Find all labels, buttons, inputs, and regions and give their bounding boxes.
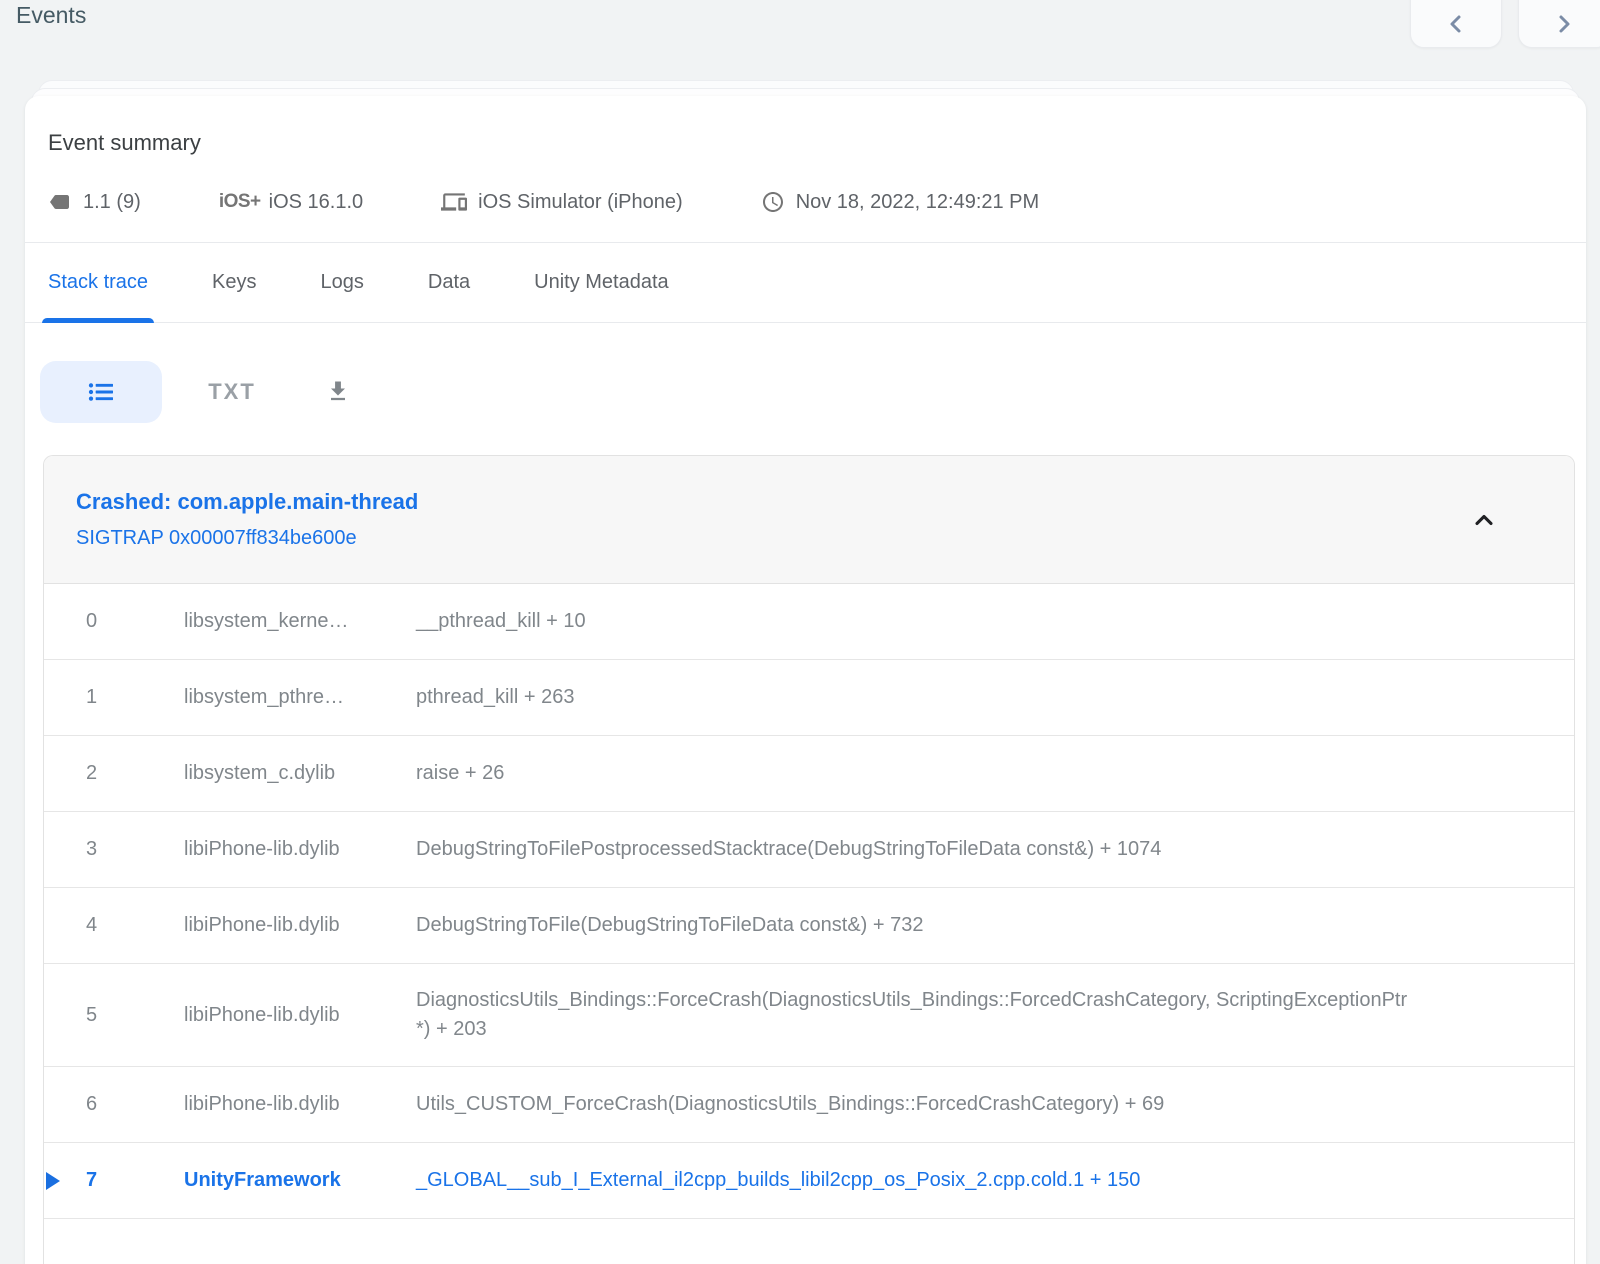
frame-symbol: Utils_CUSTOM_ForceCrash(DiagnosticsUtils… xyxy=(416,1068,1574,1141)
detail-tabs: Stack trace Keys Logs Data Unity Metadat… xyxy=(25,243,1586,323)
frame-index: 5 xyxy=(44,1004,184,1027)
timestamp-value: Nov 18, 2022, 12:49:21 PM xyxy=(796,191,1040,214)
table-row[interactable]: 0 libsystem_kerne… __pthread_kill + 10 xyxy=(44,584,1574,660)
frame-index: 6 xyxy=(44,1093,184,1116)
frame-index: 0 xyxy=(44,610,184,633)
list-view-button[interactable] xyxy=(40,361,162,423)
frame-library: libiPhone-lib.dylib xyxy=(184,1004,416,1027)
version-meta: 1.1 (9) xyxy=(48,190,141,214)
frame-symbol: DebugStringToFile(DebugStringToFileData … xyxy=(416,889,1574,962)
frame-library: libiPhone-lib.dylib xyxy=(184,1093,416,1116)
frame-library: libiPhone-lib.dylib xyxy=(184,914,416,937)
chevron-left-icon xyxy=(1444,12,1468,36)
tab-stack-trace[interactable]: Stack trace xyxy=(42,243,154,322)
download-icon xyxy=(324,378,352,406)
table-row[interactable]: 6 libiPhone-lib.dylib Utils_CUSTOM_Force… xyxy=(44,1067,1574,1143)
stack-trace-panel: Crashed: com.apple.main-thread SIGTRAP 0… xyxy=(43,455,1575,1264)
ios-platform-icon: iOS+ xyxy=(219,191,261,213)
table-row-selected[interactable]: 7 UnityFramework _GLOBAL__sub_I_External… xyxy=(44,1143,1574,1219)
frame-library: libsystem_pthre… xyxy=(184,686,416,709)
txt-view-button[interactable]: TXT xyxy=(194,361,270,423)
event-metadata-row: 1.1 (9) iOS+ iOS 16.1.0 iOS Simulator (i… xyxy=(48,189,1586,215)
frame-library: libsystem_c.dylib xyxy=(184,762,416,785)
frame-index: 4 xyxy=(44,914,184,937)
frame-symbol: _GLOBAL__sub_I_External_il2cpp_builds_li… xyxy=(416,1144,1574,1217)
device-meta: iOS Simulator (iPhone) xyxy=(441,189,683,215)
tab-unity-metadata[interactable]: Unity Metadata xyxy=(528,243,675,322)
os-value: iOS 16.1.0 xyxy=(269,191,364,214)
next-event-button[interactable] xyxy=(1518,0,1600,48)
partial-next-row xyxy=(44,1219,1574,1264)
table-row[interactable]: 2 libsystem_c.dylib raise + 26 xyxy=(44,736,1574,812)
crash-thread-title: Crashed: com.apple.main-thread xyxy=(76,489,1574,515)
version-tag-icon xyxy=(48,190,72,214)
event-summary-title: Event summary xyxy=(48,130,1586,156)
timestamp-meta: Nov 18, 2022, 12:49:21 PM xyxy=(761,190,1040,214)
previous-event-button[interactable] xyxy=(1410,0,1502,48)
selected-frame-marker-icon xyxy=(46,1172,60,1190)
device-value: iOS Simulator (iPhone) xyxy=(478,191,683,214)
collapse-thread-button[interactable] xyxy=(1464,500,1504,540)
event-card: Event summary 1.1 (9) iOS+ iOS 16.1.0 iO… xyxy=(25,96,1586,1264)
stack-trace-toolbar: TXT xyxy=(25,361,1586,423)
frame-index: 3 xyxy=(44,838,184,861)
chevron-right-icon xyxy=(1552,12,1576,36)
frames-list: 0 libsystem_kerne… __pthread_kill + 10 1… xyxy=(44,584,1574,1264)
os-meta: iOS+ iOS 16.1.0 xyxy=(219,191,363,214)
version-value: 1.1 (9) xyxy=(83,191,141,214)
chevron-up-icon xyxy=(1470,506,1498,534)
frame-symbol: __pthread_kill + 10 xyxy=(416,585,1574,658)
frame-library: libiPhone-lib.dylib xyxy=(184,838,416,861)
table-row[interactable]: 3 libiPhone-lib.dylib DebugStringToFileP… xyxy=(44,812,1574,888)
tab-data[interactable]: Data xyxy=(422,243,476,322)
tab-logs[interactable]: Logs xyxy=(315,243,370,322)
table-row[interactable]: 5 libiPhone-lib.dylib DiagnosticsUtils_B… xyxy=(44,964,1574,1067)
tab-keys[interactable]: Keys xyxy=(206,243,262,322)
table-row[interactable]: 1 libsystem_pthre… pthread_kill + 263 xyxy=(44,660,1574,736)
frame-symbol: DiagnosticsUtils_Bindings::ForceCrash(Di… xyxy=(416,964,1574,1066)
frame-library: libsystem_kerne… xyxy=(184,610,416,633)
frame-index: 1 xyxy=(44,686,184,709)
crash-thread-header[interactable]: Crashed: com.apple.main-thread SIGTRAP 0… xyxy=(44,456,1574,584)
frame-index: 2 xyxy=(44,762,184,785)
devices-icon xyxy=(441,189,467,215)
crash-signal: SIGTRAP 0x00007ff834be600e xyxy=(76,527,1574,550)
frame-symbol: raise + 26 xyxy=(416,737,1574,810)
frame-index: 7 xyxy=(44,1169,184,1192)
bulleted-list-icon xyxy=(85,376,117,408)
download-button[interactable] xyxy=(310,361,366,423)
event-summary-section: Event summary 1.1 (9) iOS+ iOS 16.1.0 iO… xyxy=(25,96,1586,215)
frame-symbol: pthread_kill + 263 xyxy=(416,661,1574,734)
clock-icon xyxy=(761,190,785,214)
page-title: Events xyxy=(16,2,86,29)
table-row[interactable]: 4 libiPhone-lib.dylib DebugStringToFile(… xyxy=(44,888,1574,964)
frame-symbol: DebugStringToFilePostprocessedStacktrace… xyxy=(416,813,1574,886)
frame-library: UnityFramework xyxy=(184,1169,416,1192)
